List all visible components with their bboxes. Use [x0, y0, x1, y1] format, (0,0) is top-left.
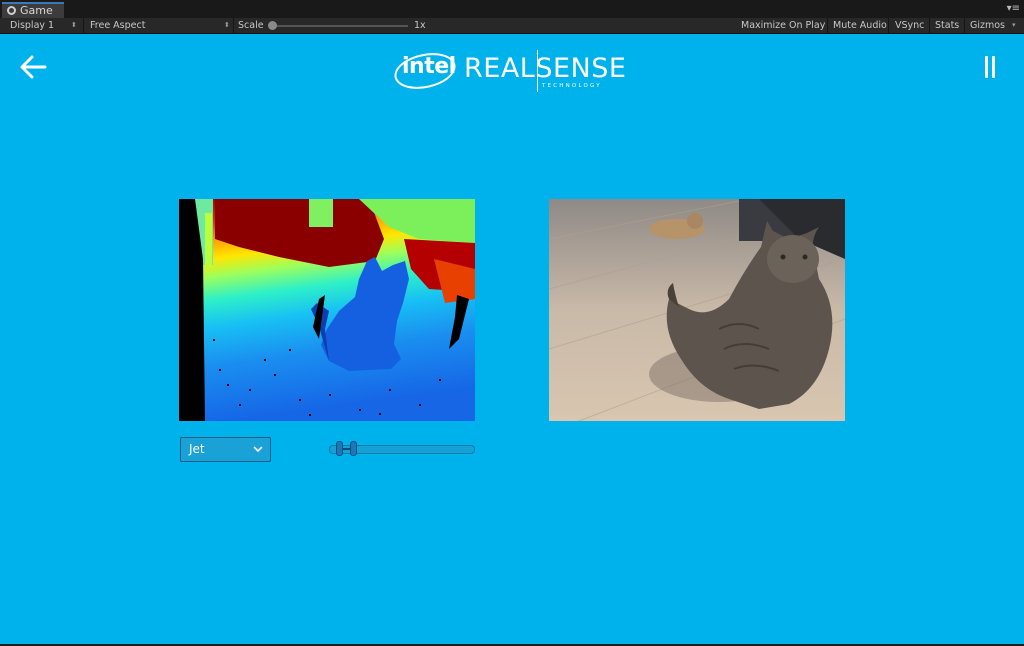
scale-label: Scale: [238, 20, 264, 31]
stats-toggle[interactable]: Stats: [931, 18, 965, 33]
pause-icon-bar: [992, 56, 995, 78]
scale-slider-track[interactable]: [270, 25, 408, 27]
vsync-toggle[interactable]: VSync: [890, 18, 930, 33]
logo-intel: intel: [402, 54, 456, 79]
slider-min-handle[interactable]: [336, 441, 343, 456]
slider-max-handle[interactable]: [350, 441, 357, 456]
intel-realsense-logo: intel REALSENSE TECHNOLOGY: [391, 47, 634, 95]
gizmos-menu[interactable]: Gizmos: [970, 18, 1005, 33]
colormap-dropdown[interactable]: Jet: [180, 437, 271, 462]
mute-audio-toggle[interactable]: Mute Audio: [829, 18, 889, 33]
logo-tagline: TECHNOLOGY: [542, 83, 602, 89]
scale-slider-thumb[interactable]: [268, 21, 277, 30]
pause-icon: [985, 56, 988, 78]
game-toolbar: Display 1 ⬍ Free Aspect ⬍ Scale 1x Maxim…: [0, 18, 1024, 34]
aspect-updown-icon: ⬍: [224, 21, 230, 29]
aspect-select[interactable]: Free Aspect ⬍: [84, 18, 234, 33]
pause-button[interactable]: [983, 56, 997, 78]
depth-image: [179, 199, 475, 421]
tab-menu-icon[interactable]: ▾≡: [1007, 3, 1020, 14]
chevron-down-icon: [252, 438, 264, 469]
depth-range-slider[interactable]: [329, 440, 475, 458]
unity-icon: [7, 6, 16, 15]
tab-game-label: Game: [20, 4, 53, 17]
maximize-on-play-toggle[interactable]: Maximize On Play: [736, 18, 828, 33]
display-label: Display 1: [10, 20, 55, 31]
depth-stream-view: [179, 199, 475, 421]
back-button[interactable]: [18, 54, 48, 80]
tab-game[interactable]: Game: [2, 2, 64, 18]
back-arrow-icon: [20, 55, 47, 79]
aspect-label: Free Aspect: [90, 20, 146, 31]
game-view: [0, 34, 1024, 644]
color-stream-view: [549, 199, 845, 421]
color-image: [549, 199, 845, 421]
colormap-selected: Jet: [189, 442, 205, 456]
scale-value: 1x: [414, 20, 426, 31]
logo-divider: [537, 50, 538, 92]
display-updown-icon: ⬍: [71, 21, 77, 29]
display-select[interactable]: Display 1 ⬍: [0, 18, 84, 33]
editor-tab-bar: Game ▾≡: [0, 0, 1024, 18]
gizmos-dropdown-icon[interactable]: ▾: [1012, 18, 1016, 33]
logo-realsense: REALSENSE: [464, 53, 627, 84]
